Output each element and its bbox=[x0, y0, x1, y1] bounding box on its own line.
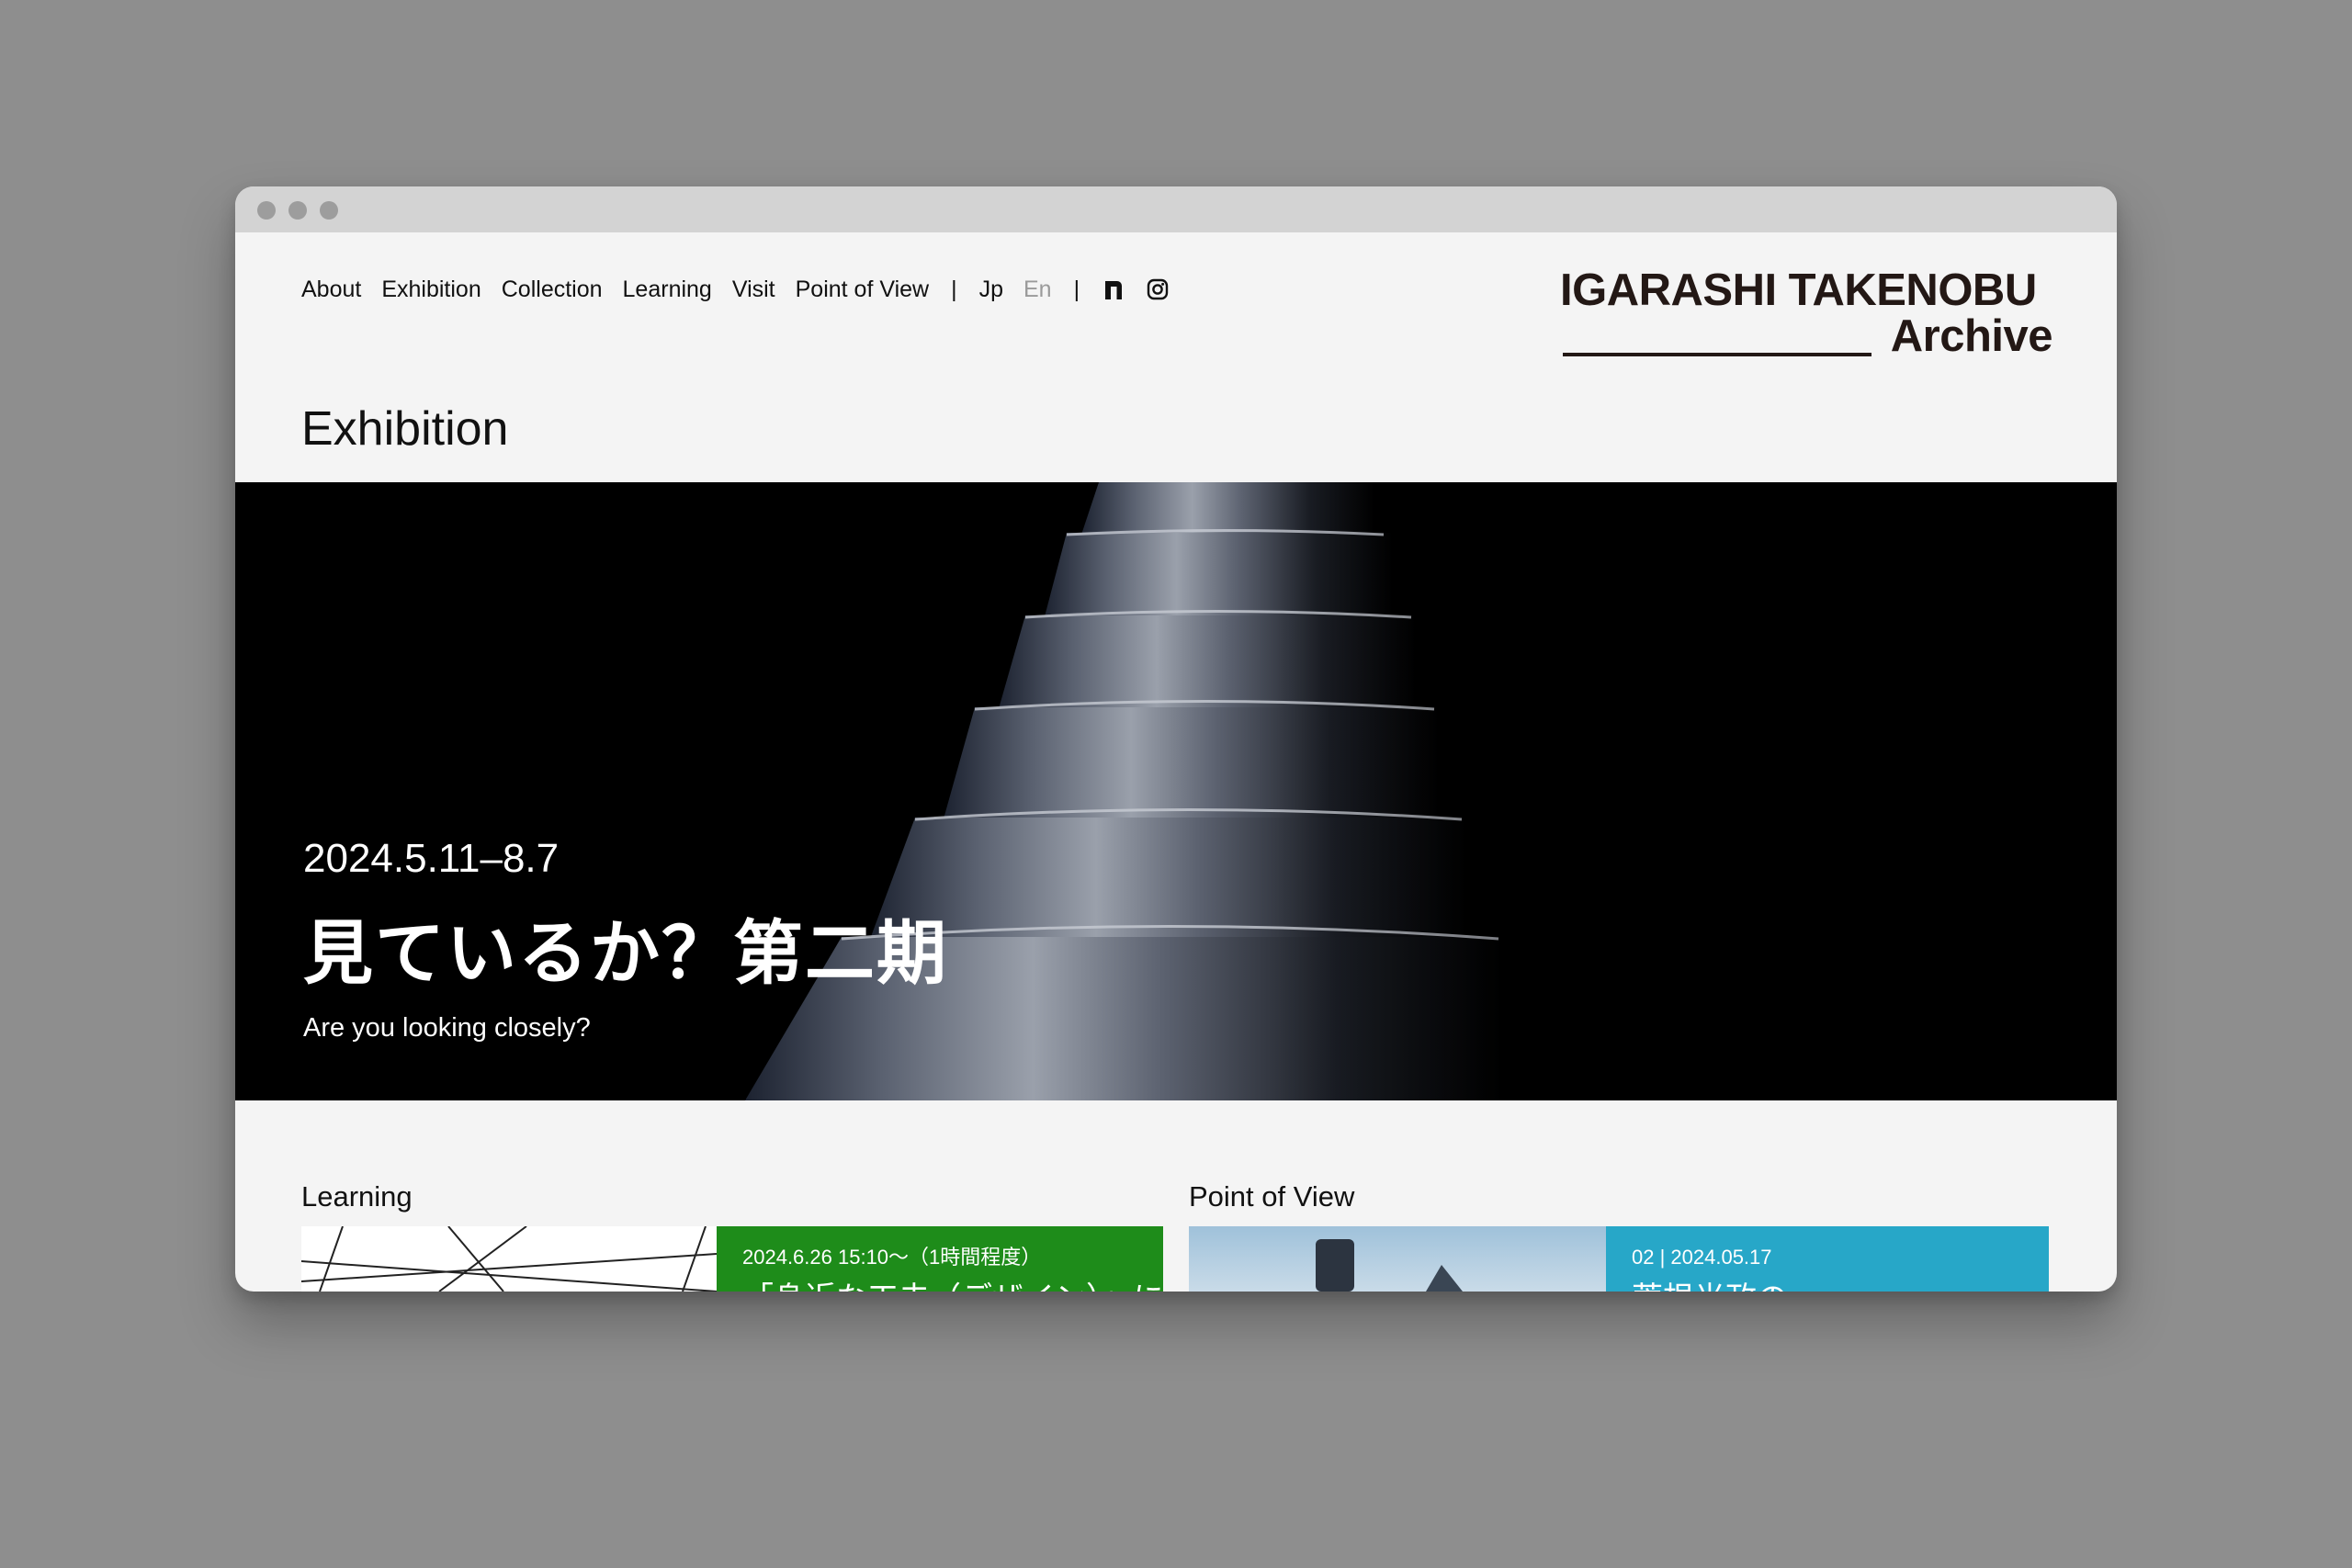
note-icon[interactable] bbox=[1102, 277, 1125, 301]
nav-point-of-view[interactable]: Point of View bbox=[796, 276, 929, 303]
learning-meta: 2024.6.26 15:10〜（1時間程度） bbox=[742, 1246, 1042, 1269]
window-dot-minimize[interactable] bbox=[288, 201, 307, 220]
window-dot-zoom[interactable] bbox=[320, 201, 338, 220]
nav-exhibition[interactable]: Exhibition bbox=[381, 276, 481, 303]
nav-collection[interactable]: Collection bbox=[502, 276, 603, 303]
learning-label: Learning bbox=[301, 1180, 413, 1213]
window-dot-close[interactable] bbox=[257, 201, 276, 220]
nav-visit[interactable]: Visit bbox=[732, 276, 775, 303]
learning-card-image bbox=[301, 1226, 717, 1292]
learning-card-info: 2024.6.26 15:10〜（1時間程度） 「身近な工夫（デザイン）」に bbox=[717, 1226, 1163, 1292]
point-of-view-label: Point of View bbox=[1189, 1180, 1355, 1213]
learning-heading: 「身近な工夫（デザイン）」に bbox=[742, 1280, 1163, 1292]
page-title: Exhibition bbox=[301, 402, 509, 456]
window-titlebar bbox=[235, 186, 2117, 232]
nav-separator: | bbox=[1073, 276, 1080, 302]
nav-about[interactable]: About bbox=[301, 276, 361, 303]
browser-window: About Exhibition Collection Learning Vis… bbox=[235, 186, 2117, 1292]
instagram-icon[interactable] bbox=[1146, 277, 1170, 301]
learning-card[interactable]: 2024.6.26 15:10〜（1時間程度） 「身近な工夫（デザイン）」に bbox=[301, 1226, 1163, 1292]
hero-banner[interactable]: 2024.5.11–8.7 見ているか？第二期 Are you looking … bbox=[235, 482, 2117, 1100]
point-of-view-meta: 02 | 2024.05.17 bbox=[1632, 1246, 1772, 1269]
exhibition-date: 2024.5.11–8.7 bbox=[303, 836, 560, 881]
sculpture-image bbox=[235, 482, 2117, 1100]
site-logo[interactable]: IGARASHI TAKENOBU Archive bbox=[1560, 265, 2053, 361]
nav-learning[interactable]: Learning bbox=[623, 276, 712, 303]
logo-line2: Archive bbox=[1890, 311, 2053, 361]
logo-line1: IGARASHI TAKENOBU bbox=[1560, 265, 2037, 315]
lang-jp-link[interactable]: Jp bbox=[979, 276, 1003, 303]
lang-en-link[interactable]: En bbox=[1023, 276, 1052, 303]
point-of-view-card-info: 02 | 2024.05.17 菅根光政の bbox=[1606, 1226, 2049, 1292]
exhibition-title-jp: 見ているか？第二期 bbox=[303, 912, 948, 994]
point-of-view-heading: 菅根光政の bbox=[1632, 1280, 1788, 1292]
main-nav: About Exhibition Collection Learning Vis… bbox=[301, 271, 1170, 308]
exhibition-title-en: Are you looking closely? bbox=[303, 1013, 591, 1043]
point-of-view-card[interactable]: 02 | 2024.05.17 菅根光政の bbox=[1189, 1226, 2049, 1292]
nav-separator: | bbox=[951, 276, 957, 302]
point-of-view-card-image bbox=[1189, 1226, 1606, 1292]
logo-underline bbox=[1563, 353, 1871, 356]
